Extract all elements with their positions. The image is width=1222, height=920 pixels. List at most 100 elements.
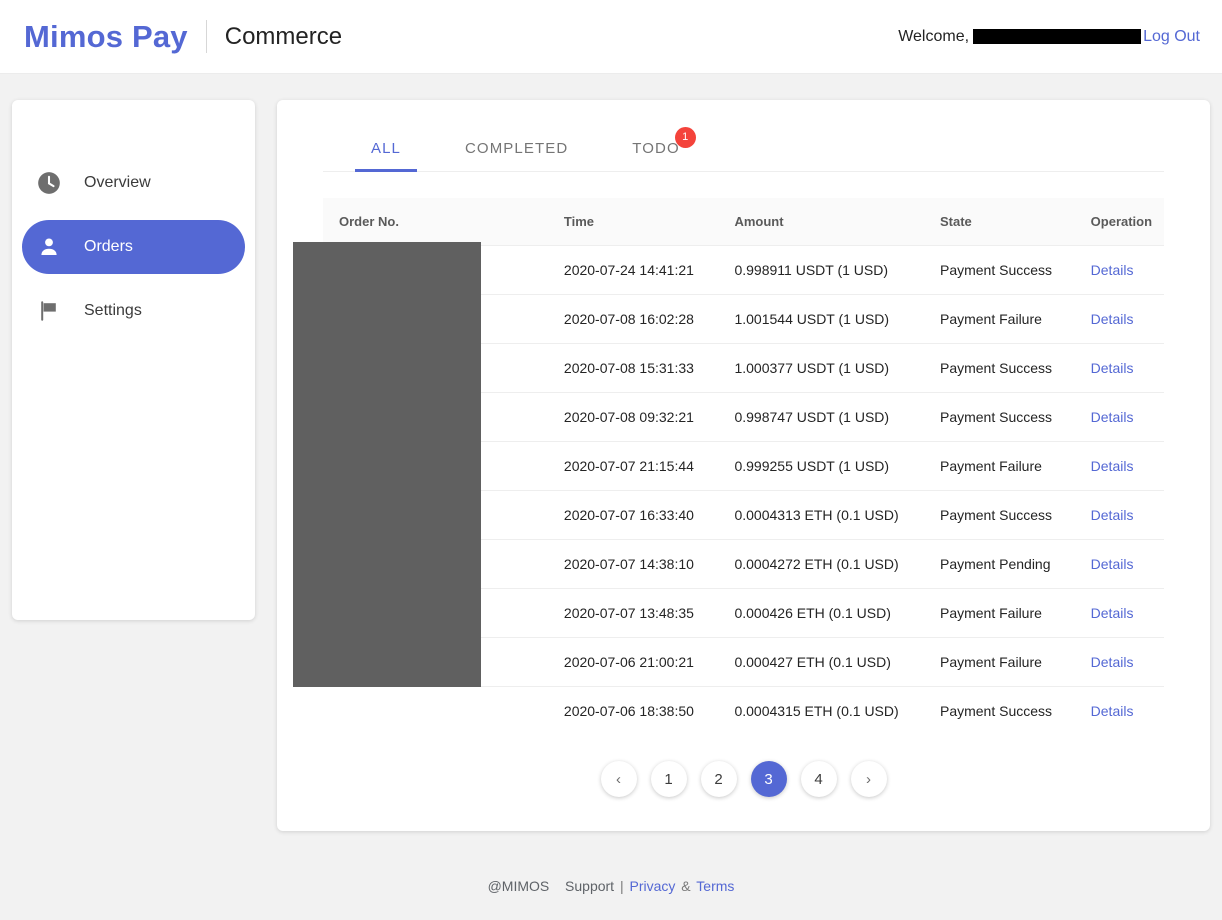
tab-todo[interactable]: TODO 1 bbox=[630, 127, 696, 171]
cell-amount: 0.0004313 ETH (0.1 USD) bbox=[718, 490, 924, 540]
cell-state: Payment Success bbox=[923, 490, 1075, 540]
column-header-operation: Operation bbox=[1074, 198, 1164, 246]
sidebar: Overview Orders Settings bbox=[12, 100, 255, 620]
details-link[interactable]: Details bbox=[1091, 703, 1134, 719]
cell-operation: Details bbox=[1074, 392, 1164, 442]
column-header-amount: Amount bbox=[718, 198, 924, 246]
flag-icon bbox=[36, 298, 62, 324]
order-no-redaction-overlay bbox=[293, 242, 481, 687]
details-link[interactable]: Details bbox=[1091, 556, 1134, 572]
footer-terms-link[interactable]: Terms bbox=[696, 878, 734, 894]
pagination-page-1[interactable]: 1 bbox=[650, 761, 687, 797]
cell-time: 2020-07-08 09:32:21 bbox=[547, 392, 719, 442]
sidebar-item-label: Overview bbox=[84, 174, 151, 191]
cell-operation: Details bbox=[1074, 490, 1164, 540]
cell-amount: 0.0004272 ETH (0.1 USD) bbox=[718, 539, 924, 589]
cell-time: 2020-07-07 21:15:44 bbox=[547, 441, 719, 491]
details-link[interactable]: Details bbox=[1091, 654, 1134, 670]
cell-time: 2020-07-06 21:00:21 bbox=[547, 637, 719, 687]
sidebar-item-label: Settings bbox=[84, 302, 142, 319]
sidebar-item-label: Orders bbox=[84, 238, 133, 255]
sidebar-item-overview[interactable]: Overview bbox=[22, 156, 245, 210]
cell-state: Payment Success bbox=[923, 245, 1075, 295]
cell-amount: 1.001544 USDT (1 USD) bbox=[718, 294, 924, 344]
tab-completed[interactable]: COMPLETED bbox=[463, 140, 570, 171]
cell-operation: Details bbox=[1074, 441, 1164, 491]
cell-time: 2020-07-06 18:38:50 bbox=[563, 703, 694, 719]
top-header: Mimos Pay Commerce Welcome, Log Out bbox=[0, 0, 1222, 74]
sidebar-item-orders[interactable]: Orders bbox=[22, 220, 245, 274]
details-link[interactable]: Details bbox=[1091, 458, 1134, 474]
cell-operation: Details bbox=[1075, 687, 1164, 736]
details-link[interactable]: Details bbox=[1091, 360, 1134, 376]
cell-time: 2020-07-07 14:38:10 bbox=[547, 539, 719, 589]
footer-privacy-link[interactable]: Privacy bbox=[630, 878, 676, 894]
table-head: Order No. Time Amount State Operation bbox=[323, 198, 1164, 246]
orders-table-wrap: Order No. Time Amount State Operation 20… bbox=[277, 172, 1210, 735]
cell-operation: Details bbox=[1074, 245, 1164, 295]
cell-operation: Details bbox=[1074, 588, 1164, 638]
details-link[interactable]: Details bbox=[1091, 605, 1134, 621]
cell-state: Payment Success bbox=[939, 703, 1053, 719]
tab-label: ALL bbox=[371, 140, 401, 157]
cell-operation: Details bbox=[1074, 343, 1164, 393]
app-logo[interactable]: Mimos Pay bbox=[24, 19, 188, 55]
details-link[interactable]: Details bbox=[1091, 507, 1134, 523]
tab-label: COMPLETED bbox=[465, 140, 569, 157]
cell-state: Payment Failure bbox=[923, 637, 1075, 687]
cell-state: Payment Success bbox=[923, 392, 1075, 442]
column-header-time: Time bbox=[547, 198, 719, 246]
tab-all[interactable]: ALL bbox=[355, 140, 417, 172]
table-row[interactable]: 2020-07-06 18:38:50 0.0004315 ETH (0.1 U… bbox=[323, 687, 1164, 736]
cell-state: Payment Failure bbox=[923, 294, 1075, 344]
person-icon bbox=[36, 234, 62, 260]
pagination-next-button[interactable]: › bbox=[850, 761, 887, 797]
cell-state: Payment Success bbox=[923, 343, 1075, 393]
column-header-order-no: Order No. bbox=[323, 198, 548, 246]
cell-amount: 0.000427 ETH (0.1 USD) bbox=[718, 637, 924, 687]
cell-amount: 0.998747 USDT (1 USD) bbox=[718, 392, 924, 442]
column-header-state: State bbox=[923, 198, 1075, 246]
app-subtitle: Commerce bbox=[224, 22, 343, 50]
user-email-redacted bbox=[973, 29, 1142, 44]
cell-amount: 0.999255 USDT (1 USD) bbox=[718, 441, 924, 491]
cell-time: 2020-07-07 13:48:35 bbox=[547, 588, 719, 638]
cell-operation: Details bbox=[1074, 637, 1164, 687]
pagination: ‹ 1 2 3 4 › bbox=[277, 735, 1210, 831]
footer-ampersand: & bbox=[681, 878, 691, 894]
cell-state: Payment Failure bbox=[923, 588, 1075, 638]
logout-link[interactable]: Log Out bbox=[1143, 28, 1200, 46]
cell-state: Payment Failure bbox=[923, 441, 1075, 491]
brand-block: Mimos Pay Commerce bbox=[24, 19, 342, 55]
cell-time: 2020-07-07 16:33:40 bbox=[547, 490, 719, 540]
todo-count-badge: 1 bbox=[674, 127, 696, 148]
pagination-page-2[interactable]: 2 bbox=[700, 761, 737, 797]
details-link[interactable]: Details bbox=[1091, 262, 1134, 278]
details-link[interactable]: Details bbox=[1091, 409, 1134, 425]
cell-operation: Details bbox=[1074, 539, 1164, 589]
pagination-page-3[interactable]: 3 bbox=[750, 761, 787, 797]
cell-amount: 0.998911 USDT (1 USD) bbox=[718, 245, 924, 295]
page-body: Overview Orders Settings ALL COMPLETED T… bbox=[0, 74, 1222, 831]
footer-copyright: @MIMOS bbox=[487, 878, 550, 894]
sidebar-item-settings[interactable]: Settings bbox=[22, 284, 245, 338]
cell-amount: 1.000377 USDT (1 USD) bbox=[718, 343, 924, 393]
cell-amount: 0.0004315 ETH (0.1 USD) bbox=[734, 703, 899, 719]
orders-card: ALL COMPLETED TODO 1 Order No. Time Amou… bbox=[277, 100, 1210, 831]
cell-amount: 0.000426 ETH (0.1 USD) bbox=[718, 588, 924, 638]
cell-order-no bbox=[323, 687, 548, 736]
pagination-prev-button[interactable]: ‹ bbox=[600, 761, 637, 797]
details-link[interactable]: Details bbox=[1091, 311, 1134, 327]
pagination-page-4[interactable]: 4 bbox=[800, 761, 837, 797]
header-user-area: Welcome, Log Out bbox=[898, 28, 1200, 46]
cell-time: 2020-07-08 16:02:28 bbox=[547, 294, 719, 344]
welcome-label: Welcome, bbox=[898, 27, 970, 45]
clock-icon bbox=[36, 170, 62, 196]
page-footer: @MIMOS Support | Privacy & Terms bbox=[0, 878, 1222, 894]
order-tabs: ALL COMPLETED TODO 1 bbox=[323, 100, 1164, 172]
cell-time: 2020-07-08 15:31:33 bbox=[547, 343, 719, 393]
tab-label: TODO bbox=[632, 140, 680, 157]
brand-divider bbox=[205, 20, 207, 53]
cell-time: 2020-07-24 14:41:21 bbox=[547, 245, 719, 295]
footer-divider: | bbox=[619, 878, 624, 894]
